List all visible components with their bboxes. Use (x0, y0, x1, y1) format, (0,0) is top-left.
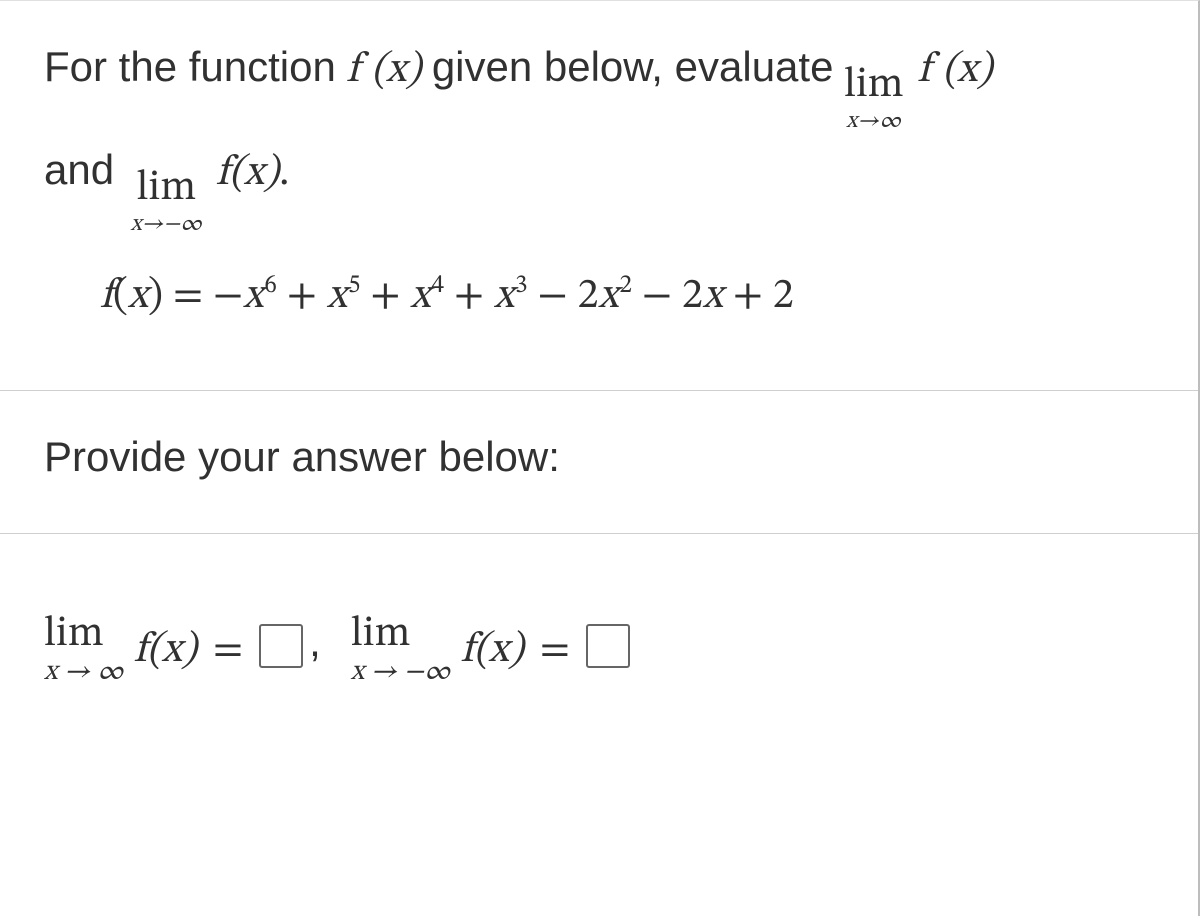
answer-group-1: lim x → ∞ f(x) = (44, 612, 303, 687)
problem-page: For the function f (x) given below, eval… (0, 0, 1200, 916)
lim-bot: x → ∞ (44, 658, 124, 687)
lim-expr: f(x) (216, 152, 279, 194)
answer-inputs: lim x → ∞ f(x) = , lim x → −∞ f(x) = (0, 534, 1198, 727)
fn-lhs-paren: ( (113, 275, 128, 317)
lim-stack-2: lim x → −∞ (351, 612, 451, 687)
lim-sub: x→∞ (846, 110, 901, 133)
answer-prompt-text: Provide your answer below: (44, 433, 560, 480)
period: . (279, 152, 289, 194)
answer-input-2[interactable] (586, 624, 630, 668)
fn-lhs-paren2: ) = (148, 275, 213, 317)
answer-input-1[interactable] (259, 624, 303, 668)
text-prefix: For the function (44, 33, 336, 100)
lim-sub: x→−∞ (131, 213, 203, 236)
limit-1: lim x→∞ f (x) (844, 37, 993, 118)
fx-text: f(x) (134, 629, 197, 671)
function-definition: f(x) = −x6 + x5 + x4 + x3 − 2x2 − 2x + 2 (44, 263, 1154, 330)
lim-bot: x → −∞ (351, 658, 451, 687)
lim-top: lim (44, 612, 104, 656)
fn-rhs: −x6 + x5 + x4 + x3 − 2x2 − 2x + 2 (213, 275, 794, 317)
lim-top: lim (351, 612, 411, 656)
limit-2: lim x→−∞ f(x). (131, 140, 290, 221)
lim-label: lim (844, 64, 904, 106)
question-block: For the function f (x) given below, eval… (0, 1, 1198, 391)
answer-separator: , (309, 618, 321, 666)
text-middle: given below, evaluate (432, 33, 834, 100)
answer-group-2: lim x → −∞ f(x) = (351, 612, 630, 687)
fx-1: f(x) (134, 624, 197, 677)
lim-stack-1: lim x → ∞ (44, 612, 124, 687)
question-text: For the function f (x) given below, eval… (44, 33, 1154, 118)
text-and: and (44, 136, 114, 203)
fn-lhs: f (100, 275, 113, 317)
equals-2: = (534, 624, 576, 677)
fx-text: f(x) (461, 629, 524, 671)
question-text-line2: and lim x→−∞ f(x). (44, 136, 1154, 221)
equals-1: = (207, 624, 249, 677)
fx-2: f(x) (461, 624, 524, 677)
fn-name: f (x) (346, 37, 421, 104)
answer-prompt: Provide your answer below: (0, 391, 1198, 534)
lim-expr: f (x) (917, 49, 992, 91)
lim-label: lim (137, 167, 197, 209)
fn-lhs-x: x (128, 275, 148, 317)
